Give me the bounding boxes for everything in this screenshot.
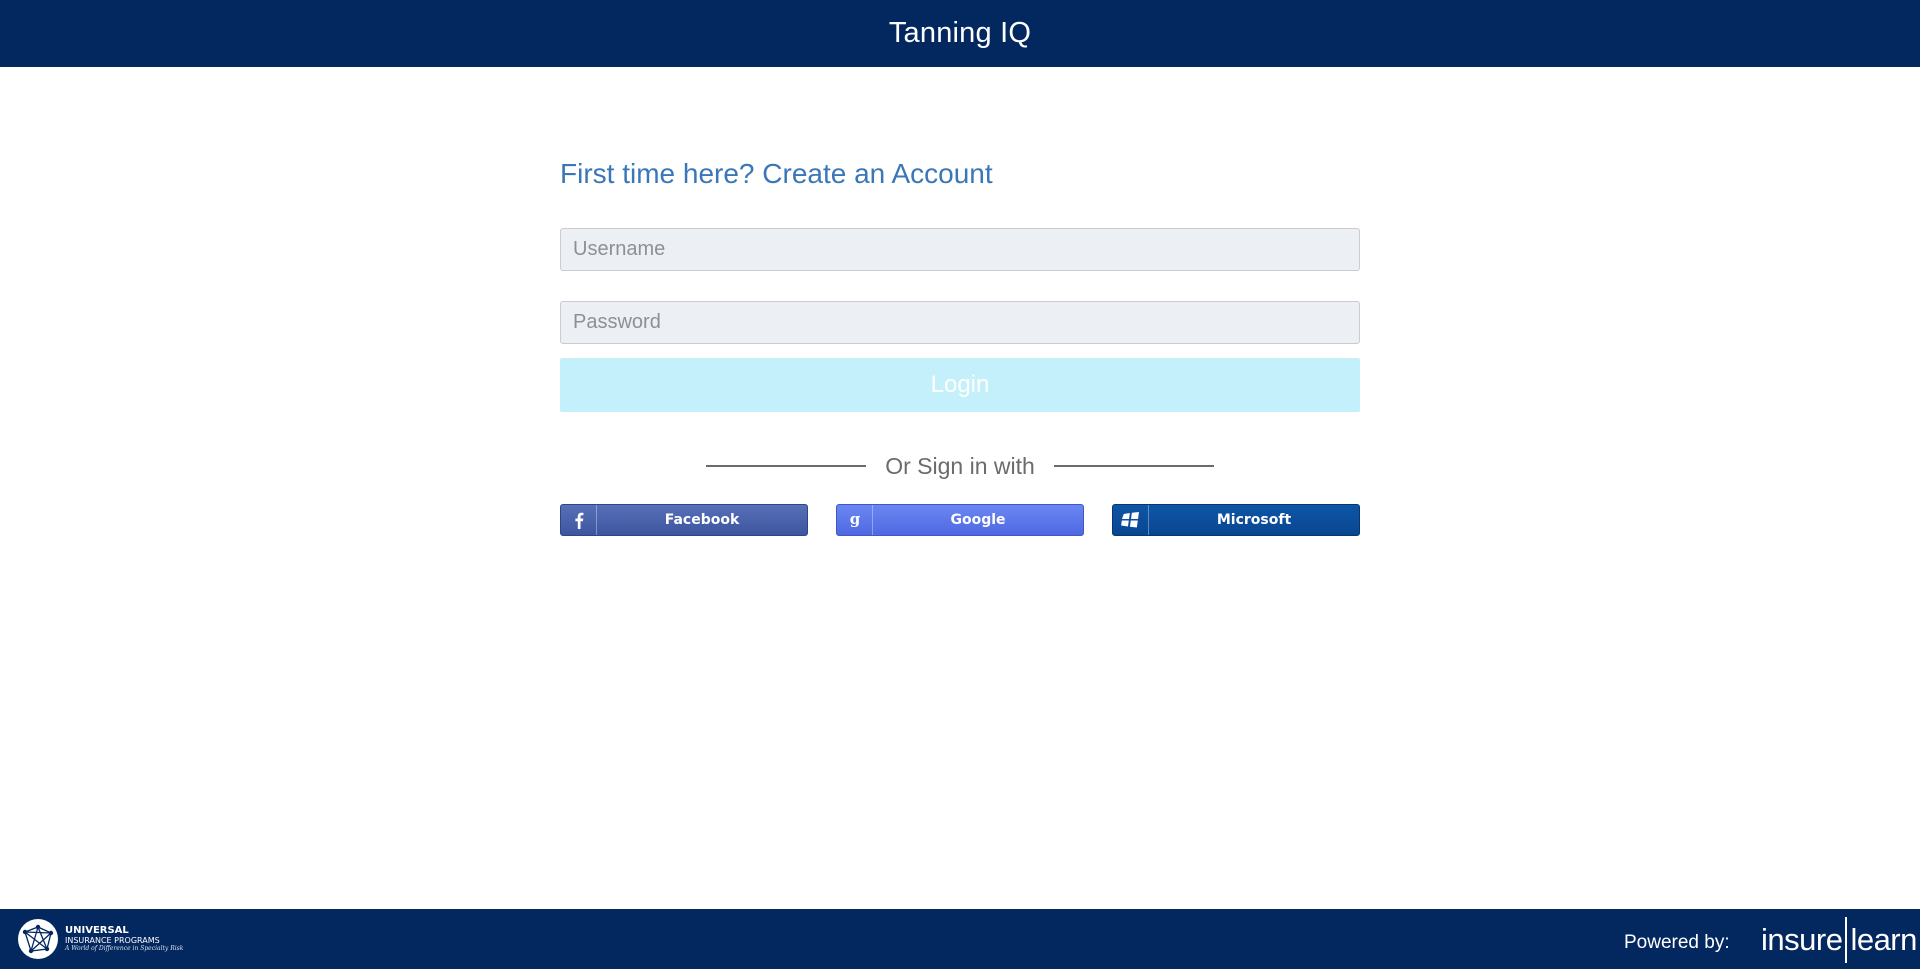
google-login-button[interactable]: g Google: [836, 504, 1084, 536]
password-input[interactable]: [560, 301, 1360, 344]
login-form: First time here? Create an Account Login…: [560, 155, 1360, 536]
google-icon: g: [837, 505, 873, 535]
insurelearn-logo-left: insure: [1761, 922, 1843, 957]
facebook-label: Facebook: [664, 512, 740, 528]
app-title: Tanning IQ: [888, 17, 1032, 49]
divider-line-left: [706, 465, 867, 467]
social-login-row: Facebook g Google Microsoft: [560, 504, 1360, 536]
username-input[interactable]: [560, 228, 1360, 271]
insurelearn-logo: insure learn: [1761, 917, 1917, 963]
sign-in-divider: Or Sign in with: [560, 451, 1360, 481]
facebook-icon: [561, 505, 597, 535]
divider-line-right: [1053, 465, 1214, 467]
globe-network-icon: [18, 919, 58, 959]
universal-logo-name: UNIVERSAL: [65, 925, 129, 936]
footer-bar: UNIVERSAL INSURANCE PROGRAMS A World of …: [0, 909, 1920, 969]
login-button[interactable]: Login: [560, 358, 1360, 412]
microsoft-login-button[interactable]: Microsoft: [1112, 504, 1360, 536]
microsoft-label: Microsoft: [1216, 512, 1292, 528]
login-page: Tanning IQ First time here? Create an Ac…: [0, 0, 1920, 969]
insurelearn-logo-right: learn: [1850, 922, 1917, 957]
insurelearn-logo-separator: [1845, 917, 1848, 963]
google-label: Google: [950, 512, 1006, 528]
universal-logo-lettering: UNIVERSAL INSURANCE PROGRAMS A World of …: [65, 926, 183, 952]
facebook-login-button[interactable]: Facebook: [560, 504, 808, 536]
top-header-bar: Tanning IQ: [0, 0, 1920, 67]
universal-insurance-logo: UNIVERSAL INSURANCE PROGRAMS A World of …: [17, 918, 183, 960]
universal-logo-tagline: A World of Difference in Specialty Risk: [65, 945, 184, 952]
universal-logo-subtitle: INSURANCE PROGRAMS: [65, 936, 160, 945]
svg-text:g: g: [849, 511, 860, 528]
create-account-link[interactable]: First time here? Create an Account: [560, 158, 993, 190]
divider-text: Or Sign in with: [885, 452, 1035, 479]
powered-by-text: Powered by:: [1624, 932, 1730, 953]
windows-icon: [1113, 505, 1149, 535]
